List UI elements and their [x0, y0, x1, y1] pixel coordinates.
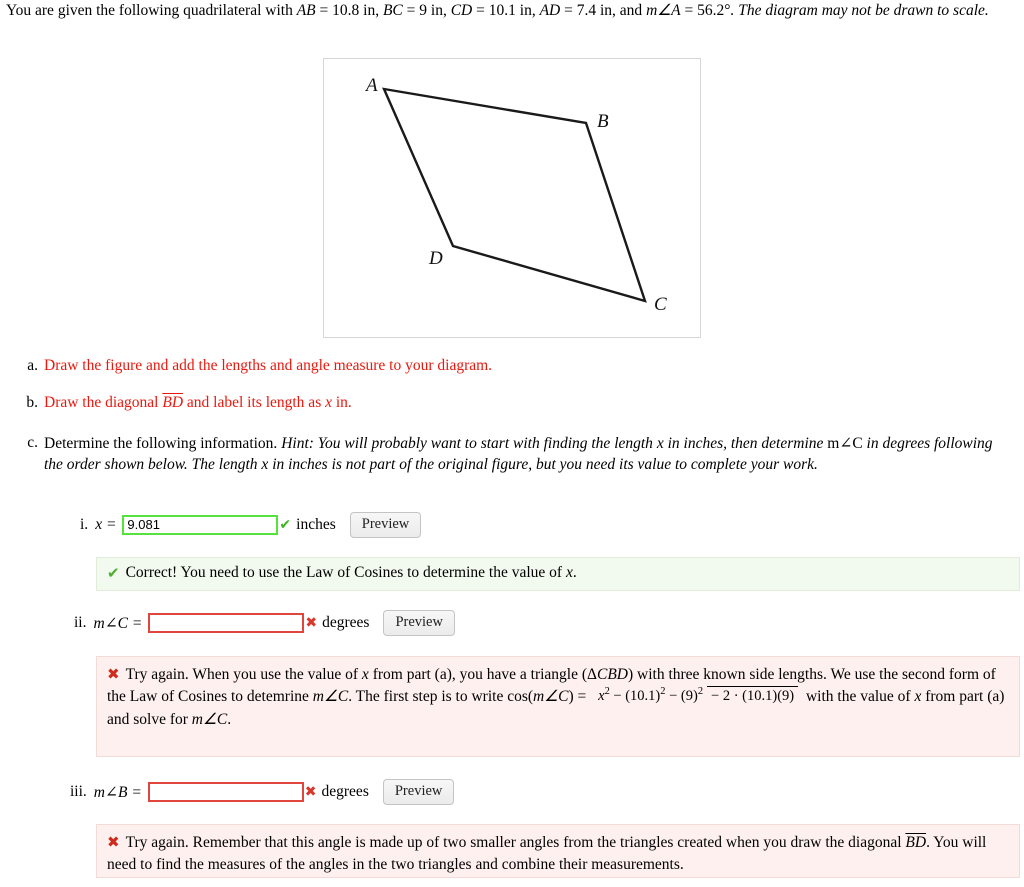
part-c-hint-4: in inches is not part of the original fi…: [268, 455, 818, 473]
part-c-hint-1: Hint: You will probably want to start wi…: [281, 435, 657, 452]
side-cd-label: CD: [450, 2, 473, 19]
quadrilateral-svg: A B C D: [364, 75, 667, 315]
problem-page: You are given the following quadrilatera…: [0, 0, 1024, 887]
fbc-seg2: from part (a), you have a triangle (Δ: [368, 666, 597, 683]
angle-c-input[interactable]: [148, 613, 305, 633]
feedback-wrong-angle-c: ✖ Try again. When you use the value of x …: [96, 656, 1020, 757]
frac-num-rest: − (10.1): [609, 688, 661, 705]
fbc-seg4: . The first step is to write cos(: [348, 688, 534, 706]
feedback-wrong-angle-b: ✖ Try again. Remember that this angle is …: [96, 824, 1020, 878]
answer-ii-unit: degrees: [322, 614, 370, 631]
part-a: a. Draw the figure and add the lengths a…: [18, 357, 718, 375]
fbc-seg8: .: [227, 710, 232, 728]
part-c-hint-angle: m∠C: [827, 435, 863, 452]
x-value-input[interactable]: [122, 515, 279, 535]
answer-i-label: x =: [95, 516, 117, 533]
check-icon: ✔: [107, 563, 120, 582]
vertex-label-b: B: [597, 111, 609, 132]
frac-num-exp3: 2: [697, 686, 704, 698]
part-b-text-end: in.: [332, 394, 352, 411]
part-c-lead: Determine the following information.: [44, 435, 282, 452]
answer-ii-label: m∠C =: [93, 614, 143, 632]
cross-icon: ✖: [305, 615, 318, 631]
side-cd-value: = 10.1 in,: [472, 2, 540, 19]
fbc-var1: x: [361, 666, 369, 683]
feedback-wrong-b-text: Try again. Remember that this angle is m…: [107, 834, 986, 873]
prompt-note: . The diagram may not be drawn to scale.: [730, 2, 989, 19]
part-c-text: Determine the following information. Hin…: [44, 434, 1003, 476]
fbc-angle2: m∠C: [533, 688, 569, 706]
side-ab-value: = 10.8 in,: [315, 2, 383, 19]
check-icon: ✔: [279, 517, 292, 533]
part-b-marker: b.: [26, 394, 38, 411]
feedback-wrong-c-text: Try again. When you use the value of x f…: [107, 666, 1004, 728]
part-a-text: Draw the figure and add the lengths and …: [44, 357, 493, 374]
vertex-label-c: C: [654, 294, 667, 315]
answer-iii-roman: iii.: [70, 783, 87, 800]
fbc-angle3: m∠C: [191, 710, 228, 728]
answer-i-unit: inches: [296, 516, 336, 533]
vertex-label-a: A: [364, 75, 378, 96]
angle-a-value: = 56.2°: [680, 2, 731, 19]
feedback-correct-x: ✔ Correct! You need to use the Law of Co…: [96, 557, 1020, 591]
part-b-text-after: and label its length as: [183, 394, 326, 411]
prompt-lead: You are given the following quadrilatera…: [6, 2, 297, 19]
feedback-correct-text: Correct! You need to use the Law of Cosi…: [126, 562, 577, 584]
side-bc-value: = 9 in,: [402, 2, 451, 19]
triangle-cbd-label: CBD: [596, 666, 628, 683]
fbc-angle1: m∠C: [312, 688, 349, 706]
answer-row-angle-b: iii. m∠B = ✖ degrees Preview: [70, 779, 455, 805]
preview-button-angle-b[interactable]: Preview: [382, 779, 455, 805]
angle-a-label: m∠A: [646, 2, 681, 19]
part-c-marker: c.: [27, 434, 38, 451]
preview-button-x[interactable]: Preview: [349, 512, 422, 538]
fbb-seg1: Try again. Remember that this angle is m…: [125, 834, 906, 851]
answer-ii-roman: ii.: [74, 614, 87, 631]
fbc-seg1: Try again. When you use the value of: [125, 666, 362, 683]
part-c: c. Determine the following information. …: [18, 434, 1003, 476]
problem-statement: You are given the following quadrilatera…: [6, 1, 1018, 21]
feedback-correct-after: .: [572, 564, 577, 582]
feedback-correct-before: Correct! You need to use the Law of Cosi…: [125, 564, 566, 582]
part-a-marker: a.: [27, 357, 38, 374]
part-c-hint-2: in inches, then determine: [663, 435, 828, 452]
part-b-variable: x: [325, 394, 332, 411]
segment-bd-label: BD: [162, 394, 184, 411]
segment-bd-label: BD: [905, 834, 927, 851]
angle-b-input[interactable]: [147, 782, 304, 802]
answer-i-roman: i.: [80, 516, 89, 533]
cross-icon: ✖: [304, 784, 317, 800]
part-c-hint-var-1: x: [656, 435, 664, 452]
vertex-label-d: D: [428, 248, 443, 269]
feedback-correct-variable: x: [565, 564, 573, 582]
part-b: b. Draw the diagonal BD and label its le…: [18, 394, 718, 412]
quadrilateral-figure: A B C D: [323, 58, 701, 338]
law-of-cosines-fraction: x2 − (10.1)2 − (9)2− 2 · (10.1)(9): [594, 686, 799, 705]
side-ab-label: AB: [296, 2, 316, 19]
answer-row-x: i. x = ✔ inches Preview: [80, 512, 422, 538]
answer-row-angle-c: ii. m∠C = ✖ degrees Preview: [74, 610, 455, 636]
side-ad-label: AD: [539, 2, 561, 19]
frac-num-rest2: − (9): [665, 688, 698, 705]
fbc-seg6: with the value of: [802, 688, 915, 706]
side-bc-label: BC: [382, 2, 403, 19]
part-b-text: Draw the diagonal BD and label its lengt…: [44, 394, 352, 412]
cross-icon: ✖: [107, 665, 120, 683]
fraction-denominator: − 2 · (10.1)(9): [707, 686, 799, 705]
cross-icon: ✖: [107, 833, 120, 851]
side-ad-value: = 7.4 in, and: [560, 2, 647, 19]
answer-iii-unit: degrees: [321, 783, 369, 800]
fbc-seg5: ) =: [568, 688, 591, 706]
answer-iii-label: m∠B =: [93, 783, 142, 801]
fraction-numerator: x2 − (10.1)2 − (9)2: [594, 686, 707, 705]
part-b-text-before: Draw the diagonal: [44, 394, 163, 411]
preview-button-angle-c[interactable]: Preview: [383, 610, 455, 636]
